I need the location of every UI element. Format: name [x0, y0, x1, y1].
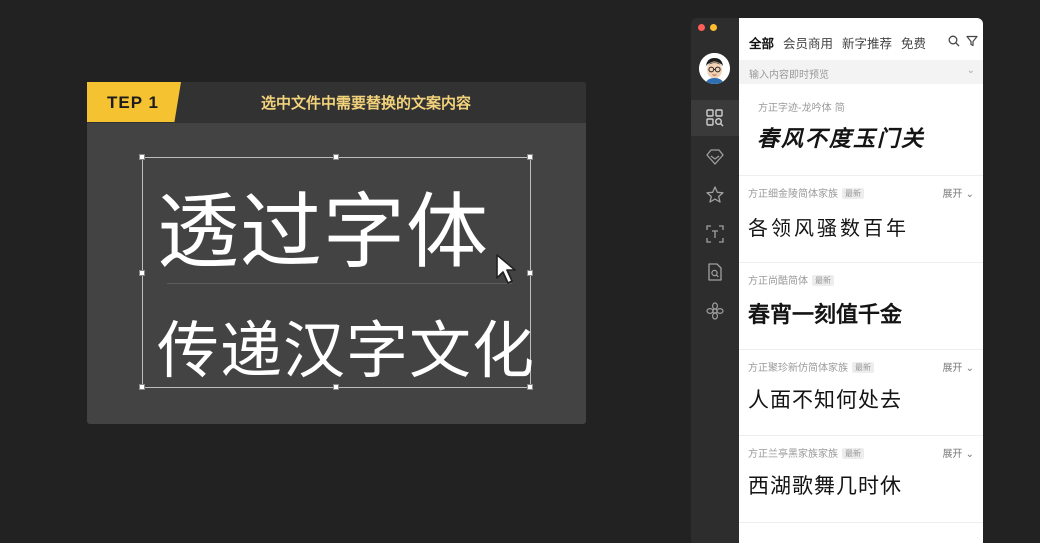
diamond-icon[interactable] [705, 147, 725, 167]
resize-handle-mr[interactable] [527, 270, 533, 276]
category-tabs: 全部 会员商用 新字推荐 免费 [749, 33, 926, 51]
expand-label: 展开 [942, 189, 963, 200]
font-sample: 西湖歌舞几时休 [748, 474, 902, 498]
font-list-item[interactable]: 方正细金陵简体家族 最新 展开 ⌄ 各领风骚数百年 [739, 176, 983, 263]
expand-button[interactable]: 展开 ⌄ [942, 445, 974, 460]
avatar-face-icon [699, 53, 730, 84]
design-canvas: 透过字体 传递汉字文化 [87, 123, 586, 424]
window-close-button[interactable] [698, 24, 705, 31]
tab-new-recommend[interactable]: 新字推荐 [842, 33, 892, 51]
new-badge: 最新 [812, 275, 834, 286]
file-search-icon[interactable] [705, 262, 725, 282]
font-sample: 各领风骚数百年 [748, 216, 909, 240]
font-sample: 春宵一刻值千金 [748, 303, 903, 328]
preview-input-placeholder: 输入内容即时预览 [749, 70, 829, 81]
font-browser-panel: 全部 会员商用 新字推荐 免费 输入内容即时预览 ⌄ 方正字迹-龙吟体 简 春风… [739, 18, 983, 543]
app-sidebar [691, 18, 739, 543]
new-badge: 最新 [852, 362, 874, 373]
step-caption: 选中文件中需要替换的文案内容 [261, 94, 472, 112]
tutorial-card: TEP 1 选中文件中需要替换的文案内容 透过字体 传递汉字文化 [87, 82, 586, 424]
selected-text-line-2[interactable]: 传递汉字文化 [157, 300, 535, 390]
preview-input[interactable]: 输入内容即时预览 ⌄ [739, 60, 983, 84]
tab-member-commercial[interactable]: 会员商用 [783, 33, 833, 51]
expand-label: 展开 [942, 363, 963, 374]
font-name-row: 方正细金陵简体家族 最新 [748, 185, 864, 200]
font-name: 方正兰亭黑家族家族 [748, 449, 838, 460]
font-list-item[interactable]: 方正兰亭黑家族家族 最新 展开 ⌄ 西湖歌舞几时休 [739, 436, 983, 523]
selected-text-line-1[interactable]: 透过字体 [157, 165, 489, 284]
chevron-down-icon: ⌄ [962, 189, 974, 200]
chevron-down-icon: ⌄ [962, 363, 974, 374]
font-sample: 人面不知何处去 [748, 388, 902, 412]
text-divider [167, 283, 512, 284]
grid-search-icon[interactable] [705, 108, 725, 128]
new-badge: 最新 [842, 448, 864, 459]
expand-label: 展开 [942, 449, 963, 460]
tab-free[interactable]: 免费 [901, 33, 926, 51]
resize-handle-tr[interactable] [527, 154, 533, 160]
resize-handle-bl[interactable] [139, 384, 145, 390]
user-avatar[interactable] [699, 53, 730, 84]
font-name: 方正尚酷简体 [748, 276, 808, 287]
font-name: 方正细金陵简体家族 [748, 189, 838, 200]
star-icon[interactable] [705, 185, 725, 205]
mouse-cursor-icon [496, 254, 516, 284]
resize-handle-tl[interactable] [139, 154, 145, 160]
font-sample: 春风不度玉门关 [757, 126, 926, 152]
resize-handle-ml[interactable] [139, 270, 145, 276]
font-list-item[interactable]: 方正字迹-龙吟体 简 春风不度玉门关 [739, 85, 983, 176]
resize-handle-tm[interactable] [333, 154, 339, 160]
font-list-item[interactable]: 方正聚珍新仿简体家族 最新 展开 ⌄ 人面不知何处去 [739, 350, 983, 436]
font-name-row: 方正兰亭黑家族家族 最新 [748, 445, 864, 460]
scan-text-icon[interactable] [705, 224, 725, 244]
step-badge: TEP 1 [87, 82, 181, 122]
chevron-down-icon: ⌄ [962, 449, 974, 460]
tab-all[interactable]: 全部 [749, 33, 775, 51]
expand-button[interactable]: 展开 ⌄ [942, 185, 974, 200]
search-icon[interactable] [948, 35, 960, 47]
font-app-window: 全部 会员商用 新字推荐 免费 输入内容即时预览 ⌄ 方正字迹-龙吟体 简 春风… [691, 18, 983, 543]
window-minimize-button[interactable] [710, 24, 717, 31]
tutorial-header: TEP 1 选中文件中需要替换的文案内容 [87, 82, 586, 123]
font-name: 方正字迹-龙吟体 简 [758, 103, 845, 114]
chevron-down-icon[interactable]: ⌄ [967, 65, 975, 76]
expand-button[interactable]: 展开 ⌄ [942, 359, 974, 374]
font-list-item[interactable]: 方正尚酷简体 最新 春宵一刻值千金 [739, 263, 983, 350]
font-name-row: 方正聚珍新仿简体家族 最新 [748, 359, 874, 374]
filter-icon[interactable] [966, 35, 978, 47]
font-name-row: 方正尚酷简体 最新 [748, 272, 834, 287]
flower-icon[interactable] [705, 301, 725, 321]
new-badge: 最新 [842, 188, 864, 199]
font-name: 方正聚珍新仿简体家族 [748, 363, 848, 374]
